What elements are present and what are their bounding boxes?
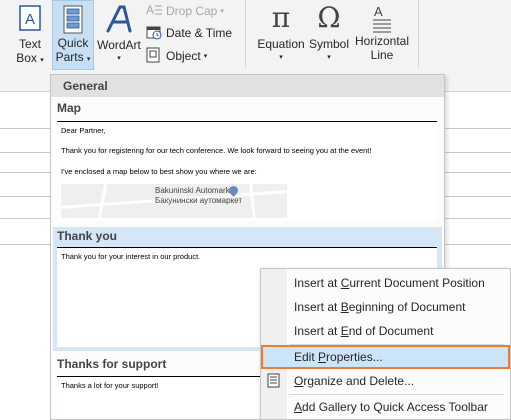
menu-item-label: roperties... [326, 350, 383, 364]
object-label: Object [166, 49, 201, 63]
drop-cap-label: Drop Cap [166, 4, 218, 18]
preview-text: Thanks a lot for your support! [61, 381, 159, 390]
menu-item-label: nd of Document [348, 324, 434, 338]
chevron-down-icon: ▾ [40, 57, 44, 64]
svg-text:A: A [25, 11, 35, 28]
quick-parts-label-2: Parts ▾ [55, 50, 91, 64]
map-image: Bakuninski Automarket Бакунински аутомар… [61, 184, 287, 218]
menu-item-label: Insert at [294, 300, 341, 314]
menu-item-accelerator: O [294, 374, 304, 388]
calendar-icon [146, 24, 166, 43]
object-button[interactable]: Object ▾ [146, 46, 207, 66]
equation-label: Equation [257, 37, 305, 51]
ribbon: A Text Box ▾ Quick Parts ▾ WordArt ▾ A D… [0, 0, 511, 74]
menu-item-edit-properties[interactable]: Edit Properties... [261, 345, 510, 369]
menu-item-organize-delete[interactable]: Organize and Delete... [261, 369, 510, 393]
horizontal-line-icon: A [351, 2, 413, 34]
date-time-label: Date & Time [166, 26, 233, 40]
quick-parts-label-1: Quick [57, 36, 89, 50]
wordart-icon [95, 4, 143, 34]
ribbon-separator [245, 0, 246, 68]
symbol-button[interactable]: Ω Symbol ▾ [307, 2, 351, 68]
quick-parts-icon [53, 4, 93, 36]
menu-item-insert-current-position[interactable]: Insert at Current Document Position [261, 271, 510, 295]
symbol-label: Symbol [308, 37, 349, 51]
svg-text:A: A [146, 3, 154, 17]
map-road [98, 184, 107, 218]
pi-icon: π [271, 1, 291, 34]
gallery-item-title: Thanks for support [57, 357, 167, 371]
chevron-down-icon: ▾ [220, 8, 224, 15]
object-icon [146, 47, 166, 66]
menu-item-label: Insert at [294, 276, 341, 290]
text-box-label-1: Text [18, 37, 41, 51]
gallery-item-preview: Dear Partner, Thank you for registering … [57, 121, 437, 221]
menu-item-label: urrent Document Position [349, 276, 485, 290]
chevron-down-icon: ▾ [117, 55, 121, 62]
menu-item-accelerator: A [294, 400, 303, 414]
chevron-down-icon: ▾ [203, 53, 208, 60]
wordart-label: WordArt [97, 38, 141, 52]
gallery-item-title: Map [57, 101, 81, 115]
preview-text: I've enclosed a map below to best show y… [61, 167, 257, 176]
ribbon-separator [418, 0, 419, 68]
menu-item-accelerator: P [318, 350, 327, 364]
gallery-item-title: Thank you [57, 229, 118, 243]
preview-text: Thank you for your interest in our produ… [61, 252, 201, 261]
text-box-button[interactable]: A Text Box ▾ [10, 4, 50, 68]
drop-cap-button[interactable]: A Drop Cap ▾ [146, 1, 224, 21]
omega-icon: Ω [317, 1, 341, 34]
text-box-label-2: Box ▾ [16, 51, 44, 65]
svg-text:A: A [374, 4, 383, 19]
drop-cap-icon: A [146, 3, 166, 20]
text-box-icon: A [10, 4, 50, 32]
preview-text: Dear Partner, [61, 126, 106, 135]
preview-text: Thank you for registering for our tech c… [61, 146, 372, 155]
menu-item-insert-beginning[interactable]: Insert at Beginning of Document [261, 295, 510, 319]
context-menu: Insert at Current Document Position Inse… [260, 268, 511, 420]
menu-item-label: Edit [294, 350, 319, 364]
menu-item-accelerator: E [340, 324, 349, 338]
menu-item-label: eginning of Document [348, 300, 466, 314]
menu-item-label: dd Gallery to Quick Access Toolbar [302, 400, 488, 414]
wordart-button[interactable]: WordArt ▾ [95, 4, 143, 68]
menu-item-label: Insert at [294, 324, 341, 338]
chevron-down-icon: ▾ [327, 54, 331, 61]
equation-button[interactable]: π Equation ▾ [254, 2, 308, 68]
menu-item-insert-end[interactable]: Insert at End of Document [261, 319, 510, 343]
horizontal-line-button[interactable]: A Horizontal Line [351, 2, 413, 68]
chevron-down-icon: ▾ [279, 54, 283, 61]
menu-item-add-gallery-qat[interactable]: Add Gallery to Quick Access Toolbar [261, 395, 510, 419]
map-label: Бакунински аутомаркет [155, 196, 243, 205]
horizontal-line-label-2: Line [370, 48, 394, 62]
organize-icon [267, 373, 281, 397]
horizontal-line-label-1: Horizontal [354, 34, 410, 48]
map-road [249, 184, 256, 218]
menu-item-label: rganize and Delete... [303, 374, 415, 388]
chevron-down-icon: ▾ [86, 56, 91, 63]
map-label: Bakuninski Automarket [155, 186, 237, 195]
gallery-header: General [51, 75, 444, 97]
quick-parts-button[interactable]: Quick Parts ▾ [52, 0, 94, 70]
menu-item-accelerator: B [340, 300, 349, 314]
date-time-button[interactable]: Date & Time [146, 23, 232, 43]
